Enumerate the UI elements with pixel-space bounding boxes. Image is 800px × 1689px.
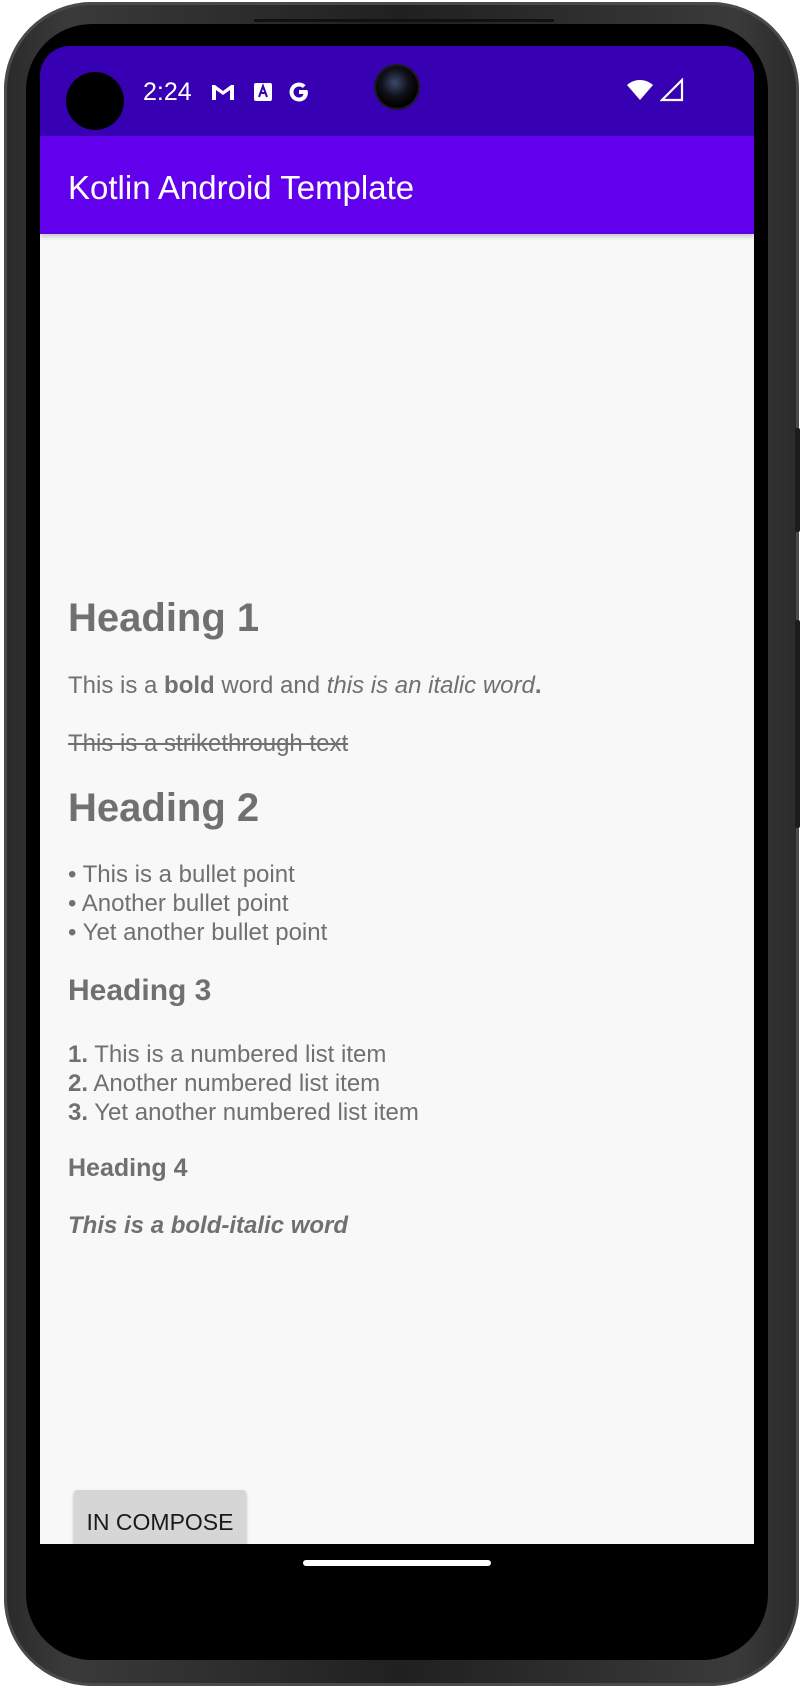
numbered-item: 1. This is a numbered list item (68, 1040, 419, 1069)
markdown-content: Heading 1 This is a bold word and this i… (40, 234, 754, 1554)
paragraph-bold-italic: This is a bold word and this is an itali… (68, 670, 542, 702)
heading-4: Heading 4 (68, 1154, 188, 1182)
paragraph-period: . (534, 672, 542, 699)
app-bar: Kotlin Android Template (40, 136, 754, 234)
item-text: Another numbered list item (88, 1070, 381, 1097)
home-gesture-handle[interactable] (303, 1560, 491, 1566)
item-text: Yet another numbered list item (88, 1099, 419, 1126)
cellular-signal-icon (659, 76, 684, 107)
numbered-item: 2. Another numbered list item (68, 1069, 419, 1098)
front-camera (376, 66, 418, 108)
item-number: 1. (68, 1041, 89, 1068)
bold-word: bold (164, 672, 215, 699)
italic-phrase: this is an italic word (326, 672, 535, 699)
volume-button (795, 620, 800, 828)
bullet-list: • This is a bullet point • Another bulle… (68, 860, 327, 947)
item-number: 3. (68, 1099, 89, 1126)
bold-italic-text: This is a bold-italic word (68, 1212, 349, 1239)
bullet-item: • Yet another bullet point (68, 919, 328, 946)
system-status-icons (626, 76, 684, 107)
status-time: 2:24 (143, 78, 192, 106)
paragraph-text: This is a (68, 672, 165, 699)
app-title: Kotlin Android Template (68, 169, 415, 206)
google-icon (286, 76, 312, 108)
power-button (795, 428, 800, 532)
numbered-list: 1. This is a numbered list item 2. Anoth… (68, 1040, 419, 1127)
speaker-slot (254, 19, 554, 22)
navigation-bar (40, 1544, 754, 1590)
heading-2: Heading 2 (68, 786, 260, 830)
paragraph-text: word and (214, 672, 327, 699)
punch-hole (66, 72, 124, 130)
item-number: 2. (68, 1070, 89, 1097)
heading-1: Heading 1 (68, 596, 260, 640)
bullet-item: • Another bullet point (68, 890, 289, 917)
item-text: This is a numbered list item (88, 1041, 387, 1068)
status-bar: 2:24 (40, 46, 754, 136)
gmail-icon (210, 76, 236, 108)
bullet-item: • This is a bullet point (68, 861, 295, 888)
strikethrough-text: This is a strikethrough text (68, 730, 349, 757)
phone-frame: 2:24 Kotlin Android Template Heading 1 T… (0, 0, 800, 1689)
heading-3: Heading 3 (68, 974, 212, 1007)
screen: 2:24 Kotlin Android Template Heading 1 T… (40, 46, 754, 1590)
translate-icon (252, 76, 274, 108)
wifi-icon (626, 78, 654, 107)
numbered-item: 3. Yet another numbered list item (68, 1098, 419, 1127)
